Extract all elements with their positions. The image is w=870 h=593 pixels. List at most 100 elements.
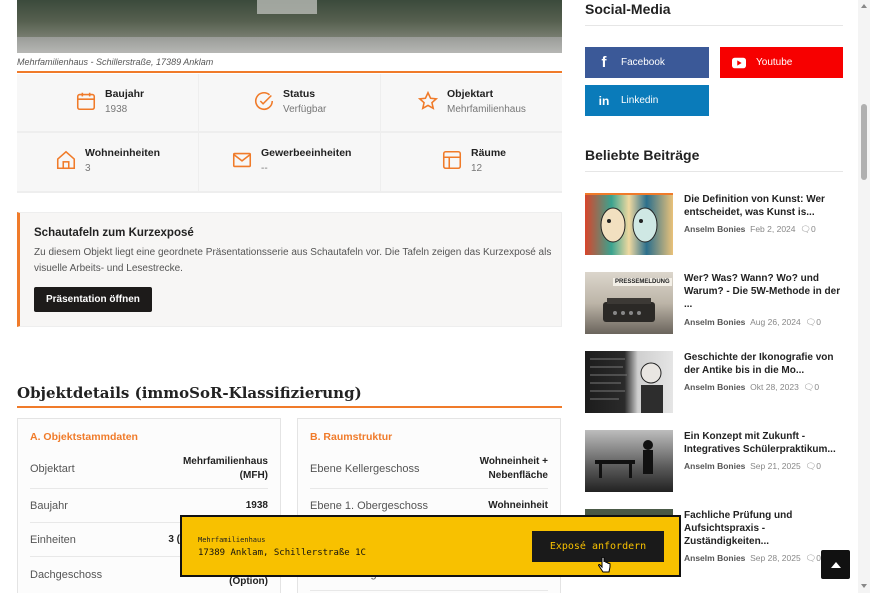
post-item[interactable]: Die Definition von Kunst: Wer entscheide… [585,193,843,255]
post-meta: Anselm Bonies Sep 28, 2025 🗨0 [684,553,821,564]
property-photo [17,0,562,53]
scroll-up-icon[interactable] [861,4,867,8]
check-circle-icon [253,90,275,112]
post-author: Anselm Bonies [684,224,746,234]
comment-count: 0 [814,382,820,392]
fact-label: Gewerbeeinheiten [261,147,352,159]
comment-icon: 🗨 [805,461,817,471]
row-key: Objektart [30,462,75,475]
divider [17,71,562,73]
social-label: Facebook [621,57,665,68]
back-to-top-button[interactable] [821,550,850,579]
section-divider [17,406,562,408]
star-icon [417,90,439,112]
facts-grid: Baujahr 1938 Status Verfügbar Objektart Meh… [17,74,562,193]
linkedin-icon: in [598,93,610,108]
post-author: Anselm Bonies [684,382,746,392]
chevron-up-icon [830,561,841,568]
youtube-icon [732,56,746,70]
post-title[interactable]: Ein Konzept mit Zukunft - Integratives S… [684,430,842,456]
post-item[interactable]: Geschichte der Ikonografie von der Antik… [585,351,843,413]
comment-icon: 🗨 [805,553,817,563]
open-presentation-button[interactable]: Präsentation öffnen [34,287,152,312]
calendar-icon [75,90,97,112]
row-key: Baujahr [30,499,68,512]
scroll-down-icon[interactable] [861,584,867,588]
fact-value: 12 [471,163,483,174]
post-thumbnail[interactable] [585,430,673,492]
post-thumbnail[interactable] [585,351,673,413]
layout-icon [441,149,463,171]
fact-value: 1938 [105,104,128,115]
card-title: B. Raumstruktur [310,431,393,443]
row-value: 1938 [245,499,268,511]
post-meta: Anselm Bonies Aug 26, 2024 🗨0 [684,317,821,328]
table-row: Objektart Mehrfamilienhaus (MFH) [30,449,268,489]
section-title: Objektdetails (immoSoR-Klassifizierung) [17,384,362,402]
row-value: Mehrfamilienhaus (MFH) [182,455,268,481]
fact-baujahr: Baujahr 1938 [17,74,198,131]
post-author: Anselm Bonies [684,553,746,563]
post-meta: Anselm Bonies Sep 21, 2025 🗨0 [684,461,821,472]
post-thumbnail[interactable]: PRESSEMELDUNG [585,272,673,334]
photo-detail [257,0,317,14]
post-item[interactable]: PRESSEMELDUNG Wer? Was? Wann? Wo? und Wa… [585,272,843,334]
page: Mehrfamilienhaus - Schillerstraße, 17389… [0,0,870,593]
post-date: Aug 26, 2024 [750,317,801,327]
fact-value: Mehrfamilienhaus [447,104,526,115]
comment-icon: 🗨 [805,317,817,327]
post-title[interactable]: Die Definition von Kunst: Wer entscheide… [684,193,842,219]
fact-label: Wohneinheiten [85,147,161,159]
post-thumbnail[interactable] [585,193,673,255]
divider [585,25,843,26]
photo-caption: Mehrfamilienhaus - Schillerstraße, 17389… [17,57,214,67]
presentation-title: Schautafeln zum Kurzexposé [34,227,194,239]
hand-cursor-icon [598,557,611,573]
social-title: Social-Media [585,1,671,17]
post-title[interactable]: Fachliche Prüfung und Aufsichtspraxis - … [684,509,842,548]
row-value: Wohneinheit + Nebenfläche [479,455,548,481]
facebook-button[interactable]: f Facebook [585,47,709,78]
post-item[interactable]: Ein Konzept mit Zukunft - Integratives S… [585,430,843,492]
social-label: Youtube [756,57,793,68]
fact-wohneinheiten: Wohneinheiten 3 [17,133,198,191]
fact-status: Status Verfügbar [199,74,380,131]
post-meta: Anselm Bonies Okt 28, 2023 🗨0 [684,382,819,393]
mail-icon [231,149,253,171]
post-title[interactable]: Geschichte der Ikonografie von der Antik… [684,351,842,377]
post-date: Sep 21, 2025 [750,461,801,471]
post-date: Sep 28, 2025 [750,553,801,563]
post-title[interactable]: Wer? Was? Wann? Wo? und Warum? - Die 5W-… [684,272,842,311]
fact-objektart: Objektart Mehrfamilienhaus [381,74,562,131]
facebook-icon: f [601,54,607,71]
row-key: Dachgeschoss [30,569,103,581]
youtube-button[interactable]: Youtube [720,47,843,78]
comment-icon: 🗨 [800,224,812,234]
photo-sidewalk [17,37,562,53]
linkedin-button[interactable]: in Linkedin [585,85,709,116]
table-row: Ebene Kellergeschoss Wohneinheit + Nebenf… [310,449,548,489]
home-icon [55,149,77,171]
fact-gewerbeeinheiten: Gewerbeeinheiten -- [199,133,380,191]
fact-label: Räume [471,147,507,159]
post-date: Okt 28, 2023 [750,382,799,392]
sticky-address: 17389 Anklam, Schillerstraße 1C [198,548,366,558]
scrollbar[interactable] [858,0,870,593]
post-author: Anselm Bonies [684,461,746,471]
fact-value: Verfügbar [283,104,327,115]
scrollbar-thumb[interactable] [861,104,867,180]
social-label: Linkedin [621,95,659,106]
comment-icon: 🗨 [803,382,815,392]
fact-label: Baujahr [105,88,145,100]
fact-raeume: Räume 12 [381,133,562,191]
fact-value: -- [261,163,268,174]
row-value: Wohneinheit [488,499,548,511]
row-key: Ebene Kellergeschoss [310,462,420,475]
comment-count: 0 [816,317,821,327]
popular-title: Beliebte Beiträge [585,147,700,163]
row-key: Ebene 1. Obergeschoss [310,499,429,512]
divider [585,171,843,172]
row-key: Einheiten [30,533,76,546]
comment-count: 0 [816,461,821,471]
fact-label: Status [283,88,316,100]
